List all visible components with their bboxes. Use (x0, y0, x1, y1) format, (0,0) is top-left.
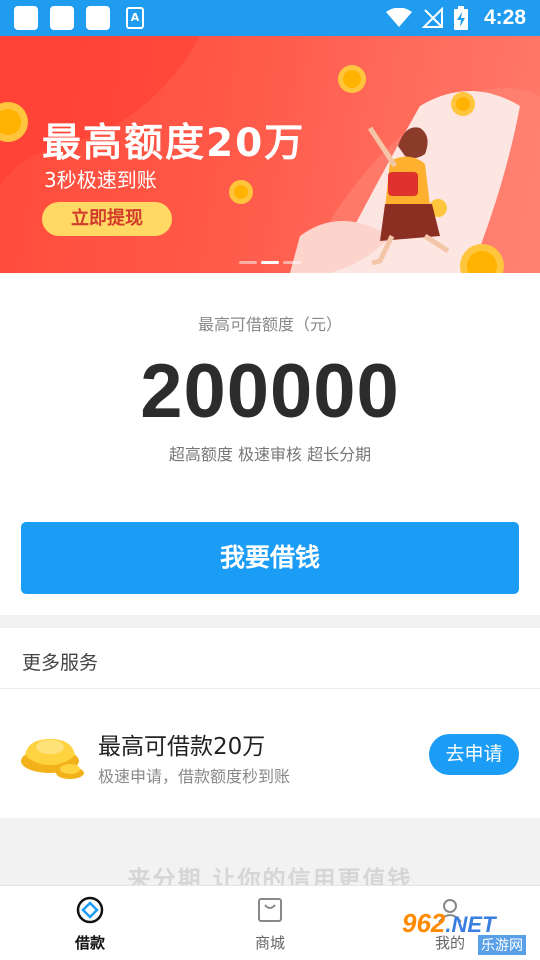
notification-square-icon (50, 6, 74, 30)
nav-label-mall: 商城 (254, 934, 285, 952)
promo-banner[interactable]: 最高额度20万 3秒极速到账 立即提现 (0, 36, 540, 273)
loan-icon (76, 896, 104, 924)
gold-ingot-icon (21, 739, 84, 779)
nav-item-mall[interactable]: 商城 (220, 886, 320, 960)
borrow-money-button[interactable]: 我要借钱 (21, 522, 519, 594)
no-signal-icon (421, 7, 443, 28)
status-notifications: A (14, 6, 144, 30)
more-services-title: 更多服务 (22, 652, 99, 674)
coin-icon (338, 65, 366, 93)
credit-description: 超高额度 极速审核 超长分期 (168, 445, 372, 464)
app-a-icon: A (126, 7, 144, 29)
nav-label-loan: 借款 (74, 934, 105, 952)
withdraw-now-button[interactable]: 立即提现 (42, 202, 172, 236)
banner-title: 最高额度20万 (42, 121, 306, 166)
coin-icon (451, 92, 475, 116)
notification-square-icon (86, 6, 110, 30)
service-subtitle: 极速申请，借款额度秒到账 (98, 767, 291, 786)
pager-dot (283, 261, 301, 264)
credit-amount: 200000 (140, 349, 400, 434)
watermark-number: 962 (402, 908, 446, 938)
more-services-section: 更多服务 最高可借款20万 极速申请，借款额度秒到账 去申请 (0, 628, 540, 818)
status-bar: A 4:28 (0, 0, 540, 36)
watermark-text: 乐游网 (478, 935, 526, 955)
status-system-icons: 4:28 (385, 0, 526, 36)
nav-item-loan[interactable]: 借款 (40, 886, 140, 960)
coin-icon (229, 180, 253, 204)
watermark-net: .NET (445, 912, 496, 937)
banner-subtitle: 3秒极速到账 (44, 168, 157, 192)
service-item[interactable]: 最高可借款20万 极速申请，借款额度秒到账 去申请 (0, 689, 540, 818)
pager-dot (239, 261, 257, 264)
banner-pager (239, 261, 301, 264)
credit-label: 最高可借额度（元） (197, 315, 342, 334)
apply-button[interactable]: 去申请 (429, 734, 519, 775)
service-title: 最高可借款20万 (98, 734, 266, 760)
wifi-icon (385, 8, 412, 27)
shopping-bag-icon (258, 898, 282, 922)
credit-section: 最高可借额度（元） 200000 超高额度 极速审核 超长分期 我要借钱 (0, 273, 540, 615)
notification-square-icon (14, 6, 38, 30)
battery-charging-icon (453, 6, 468, 30)
pager-dot-active (261, 261, 279, 264)
status-time: 4:28 (483, 6, 526, 29)
site-watermark: 962.NET 乐游网 (402, 906, 536, 956)
